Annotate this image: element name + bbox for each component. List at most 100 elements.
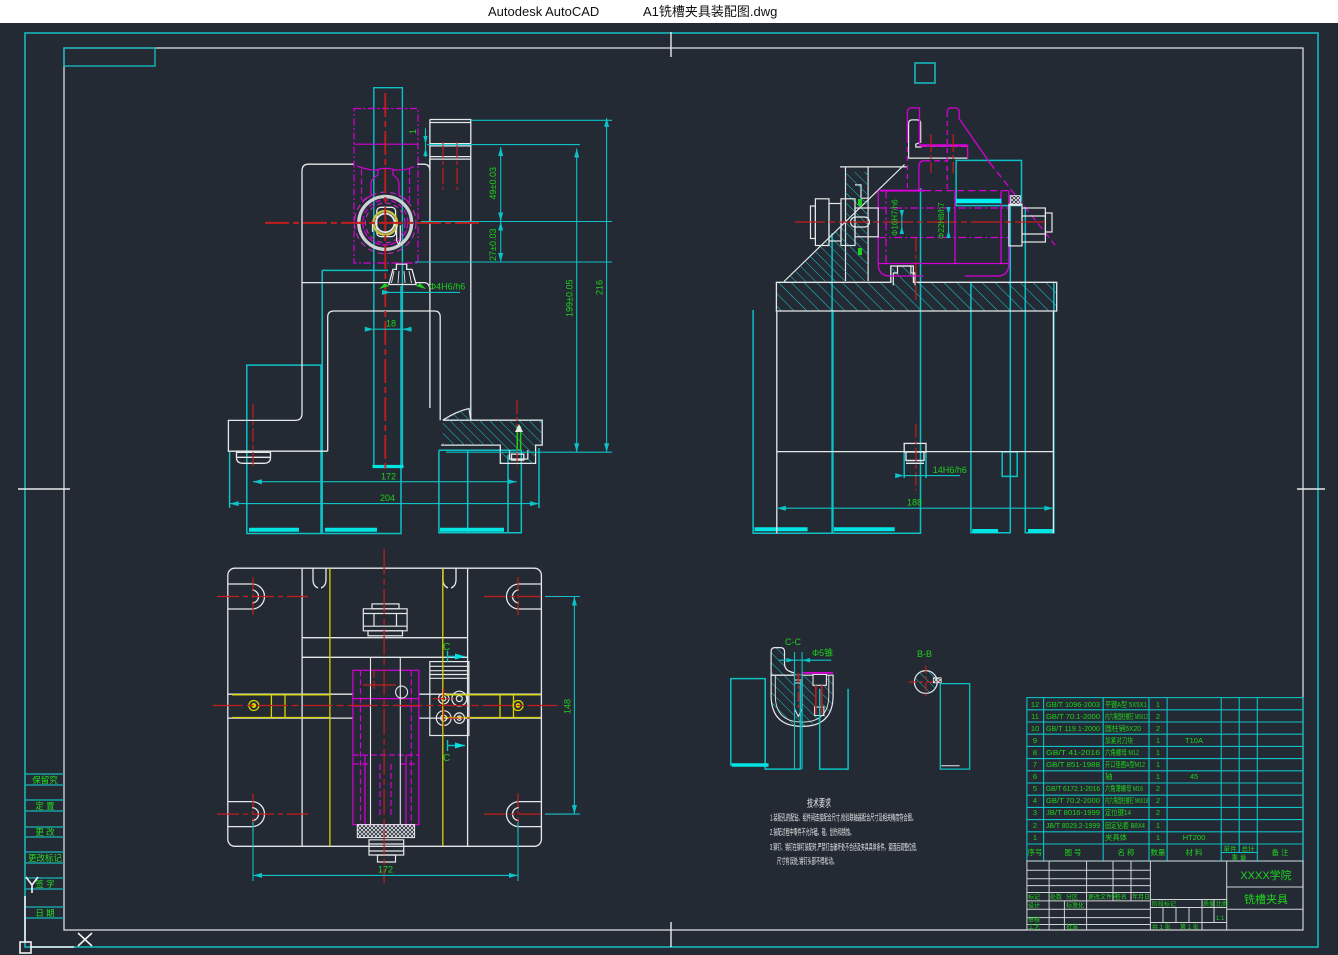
svg-text:六角螺母 M12: 六角螺母 M12 <box>1105 747 1139 757</box>
svg-text:1.装配孔的配钻、组件间连接配合尺寸,检验联轴器配合尺寸及相: 1.装配孔的配钻、组件间连接配合尺寸,检验联轴器配合尺寸及相关精度符合图。 <box>770 813 916 823</box>
svg-text:3: 3 <box>1033 808 1037 817</box>
svg-text:处数: 处数 <box>1050 893 1062 901</box>
svg-text:单件: 单件 <box>1224 844 1238 853</box>
svg-text:2: 2 <box>1156 712 1160 721</box>
svg-text:9: 9 <box>1033 736 1037 745</box>
svg-text:批准: 批准 <box>1066 923 1078 931</box>
svg-text:材 料: 材 料 <box>1185 847 1203 857</box>
svg-text:Φ22H8/h7: Φ22H8/h7 <box>937 202 946 239</box>
svg-text:4: 4 <box>1033 796 1037 805</box>
svg-text:Φ5锥: Φ5锥 <box>812 647 833 658</box>
svg-text:45: 45 <box>1190 772 1198 781</box>
svg-text:第 1 张: 第 1 张 <box>1180 923 1199 931</box>
svg-text:204: 204 <box>380 493 395 503</box>
svg-text:圆柱销5X20: 圆柱销5X20 <box>1105 723 1141 733</box>
svg-text:日 期: 日 期 <box>35 908 54 918</box>
svg-text:1: 1 <box>1156 833 1160 842</box>
svg-text:B-B: B-B <box>917 649 932 659</box>
svg-text:阶段标记: 阶段标记 <box>1152 900 1176 908</box>
svg-text:2: 2 <box>1033 821 1037 830</box>
svg-text:更 改: 更 改 <box>35 827 55 837</box>
svg-text:内六角圆柱螺钉 M5X12: 内六角圆柱螺钉 M5X12 <box>1105 711 1148 721</box>
svg-text:2: 2 <box>1156 724 1160 733</box>
svg-text:3.铆钉、销钉在铆钉装配时,严禁打击破坏处不合适及夹具具体条: 3.铆钉、销钉在铆钉装配时,严禁打击破坏处不合适及夹具具体条件。紧固后调整位值, <box>770 842 917 852</box>
svg-text:平键A型 5X5X1: 平键A型 5X5X1 <box>1105 699 1147 709</box>
svg-text:年月日: 年月日 <box>1132 893 1150 901</box>
svg-text:签 字: 签 字 <box>35 879 54 889</box>
svg-text:轴: 轴 <box>1105 771 1113 781</box>
svg-text:C: C <box>443 753 450 764</box>
svg-text:备 注: 备 注 <box>1271 847 1289 857</box>
svg-text:C-C: C-C <box>785 637 801 647</box>
svg-text:质量: 质量 <box>1203 900 1215 908</box>
svg-text:199±0.05: 199±0.05 <box>565 280 575 317</box>
svg-text:216: 216 <box>595 280 605 295</box>
svg-text:1: 1 <box>408 129 418 134</box>
svg-text:GB/T 70.2-2000: GB/T 70.2-2000 <box>1046 796 1100 805</box>
svg-text:2: 2 <box>1156 808 1160 817</box>
svg-text:5: 5 <box>1033 784 1037 793</box>
svg-text:2.装配过程中零件不允许磕、碰、划伤和锈蚀。: 2.装配过程中零件不允许磕、碰、划伤和锈蚀。 <box>770 827 854 837</box>
svg-text:夹具体: 夹具体 <box>1105 832 1127 842</box>
svg-text:1: 1 <box>1156 700 1160 709</box>
svg-text:技术要求: 技术要求 <box>807 797 831 810</box>
svg-text:1: 1 <box>1156 821 1160 830</box>
svg-text:188: 188 <box>907 498 922 508</box>
svg-text:49±0.03: 49±0.03 <box>488 167 498 199</box>
svg-text:Φ16H7/h6: Φ16H7/h6 <box>891 199 900 236</box>
svg-text:更改标记: 更改标记 <box>28 853 63 863</box>
svg-text:1:1: 1:1 <box>1216 916 1225 922</box>
svg-text:172: 172 <box>378 865 393 875</box>
svg-text:标记: 标记 <box>1028 893 1040 901</box>
svg-text:GB/T 1096-2003: GB/T 1096-2003 <box>1046 700 1100 709</box>
svg-text:审核: 审核 <box>1028 916 1040 924</box>
svg-text:1: 1 <box>1156 772 1160 781</box>
svg-text:8: 8 <box>1033 748 1037 757</box>
svg-text:XXXX学院: XXXX学院 <box>1240 868 1291 882</box>
svg-text:1: 1 <box>1033 833 1037 842</box>
svg-text:开口垫圈A型M12: 开口垫圈A型M12 <box>1105 759 1145 769</box>
svg-text:JB/T 8016-1999: JB/T 8016-1999 <box>1046 808 1100 817</box>
svg-text:JB/T 8029.2-1999: JB/T 8029.2-1999 <box>1046 821 1100 830</box>
svg-text:1: 1 <box>1156 736 1160 745</box>
svg-text:尺寸有误处,销钉头部不得松动。: 尺寸有误处,销钉头部不得松动。 <box>777 856 837 866</box>
svg-text:设计: 设计 <box>1028 902 1040 910</box>
svg-text:1: 1 <box>1156 760 1160 769</box>
svg-text:内六角圆柱螺钉 M6X18: 内六角圆柱螺钉 M6X18 <box>1105 795 1148 805</box>
svg-text:数量: 数量 <box>1151 847 1167 857</box>
svg-text:Φ4H6/h6: Φ4H6/h6 <box>429 282 465 292</box>
svg-text:HT200: HT200 <box>1183 833 1206 842</box>
svg-text:名 称: 名 称 <box>1117 847 1135 857</box>
svg-text:共 1 张: 共 1 张 <box>1152 923 1171 931</box>
svg-text:加紧对刀块: 加紧对刀块 <box>1105 735 1133 745</box>
svg-text:GB/T 851-1988: GB/T 851-1988 <box>1046 760 1100 769</box>
svg-text:GB/T 6172.1-2016: GB/T 6172.1-2016 <box>1046 784 1100 793</box>
svg-text:C: C <box>443 642 450 653</box>
svg-text:保留究: 保留究 <box>32 775 58 785</box>
svg-text:1: 1 <box>1156 748 1160 757</box>
svg-text:更改文件号: 更改文件号 <box>1088 893 1118 901</box>
svg-text:比例: 比例 <box>1216 900 1228 908</box>
svg-text:标准化: 标准化 <box>1066 902 1084 910</box>
svg-text:GB/T 41-2016: GB/T 41-2016 <box>1046 748 1100 757</box>
svg-text:序号: 序号 <box>1028 847 1043 857</box>
svg-text:2: 2 <box>1156 784 1160 793</box>
svg-text:11: 11 <box>1031 712 1039 721</box>
svg-text:六角薄螺母 M16: 六角薄螺母 M16 <box>1105 783 1143 793</box>
svg-text:148: 148 <box>563 699 573 714</box>
svg-text:定 置: 定 置 <box>35 801 55 811</box>
svg-text:2: 2 <box>1156 796 1160 805</box>
svg-text:12: 12 <box>1031 700 1039 709</box>
svg-text:签名: 签名 <box>1115 893 1127 901</box>
svg-text:14H6/h6: 14H6/h6 <box>933 465 967 475</box>
svg-text:工艺: 工艺 <box>1028 923 1040 931</box>
svg-text:定位键14: 定位键14 <box>1105 807 1131 817</box>
svg-text:18: 18 <box>386 319 396 329</box>
svg-text:Autodesk AutoCAD: Autodesk AutoCAD <box>488 4 599 19</box>
svg-text:GB/T 119.1-2000: GB/T 119.1-2000 <box>1046 724 1100 733</box>
svg-text:T10A: T10A <box>1185 736 1203 745</box>
svg-text:铣槽夹具: 铣槽夹具 <box>1244 892 1288 906</box>
svg-text:10: 10 <box>1031 724 1039 733</box>
svg-text:6: 6 <box>1033 772 1037 781</box>
svg-text:7: 7 <box>1033 760 1037 769</box>
